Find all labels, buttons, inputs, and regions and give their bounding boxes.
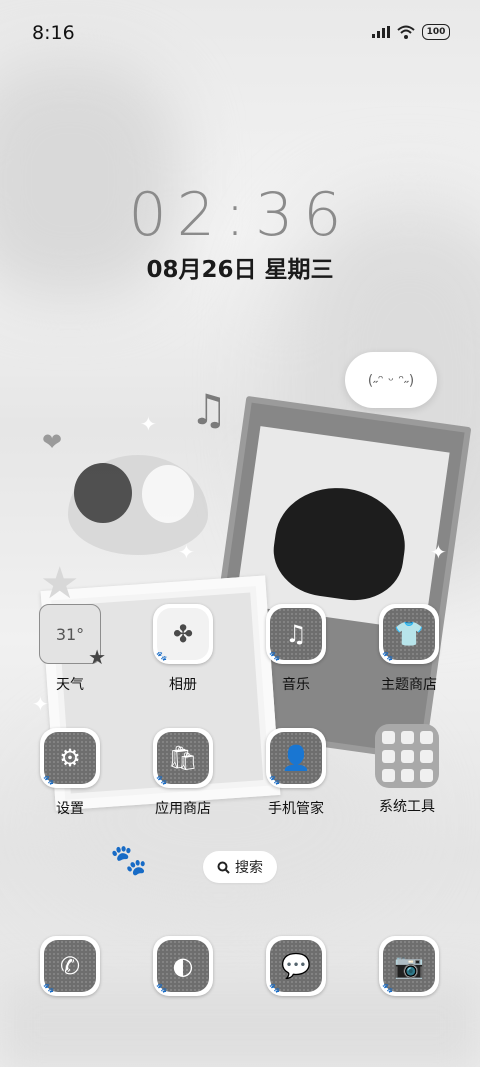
search-button[interactable]: 搜索 xyxy=(203,851,277,883)
status-time: 8:16 xyxy=(32,22,75,44)
sparkle-icon: ✦ xyxy=(178,540,195,564)
app-gallery[interactable]: ✤ 🐾 相册 xyxy=(133,604,233,694)
status-bar: 8:16 100 xyxy=(0,0,480,66)
clock-widget[interactable]: 02:36 xyxy=(0,180,480,250)
weather-widget[interactable]: 31° ★ xyxy=(39,604,106,669)
app-label: 应用商店 xyxy=(155,801,211,817)
star-decoration-icon: ★ xyxy=(40,558,80,609)
app-label: 设置 xyxy=(56,801,84,817)
app-system-tools-folder[interactable]: 系统工具 xyxy=(357,724,457,816)
battery-indicator: 100 xyxy=(422,24,450,40)
star-icon: ★ xyxy=(88,645,106,669)
folder-grid-icon xyxy=(375,724,439,788)
black-cat-image xyxy=(267,479,412,607)
sparkle-icon: ✦ xyxy=(140,412,157,436)
app-label: 天气 xyxy=(56,677,84,693)
app-label: 手机管家 xyxy=(268,801,324,817)
signal-icon xyxy=(372,26,390,38)
date-label: 08月26日 星期三 xyxy=(146,257,334,283)
app-phone-manager[interactable]: 👤 🐾 手机管家 xyxy=(246,728,346,818)
app-label: 系统工具 xyxy=(379,799,435,815)
music-note-decoration-icon: ♫ xyxy=(190,385,228,434)
search-icon xyxy=(217,861,230,874)
search-label: 搜索 xyxy=(235,860,263,876)
wifi-icon xyxy=(397,25,415,39)
app-label: 主题商店 xyxy=(381,677,437,693)
cloud-sticker: (˶ᵔ ᵕ ᵔ˶) xyxy=(345,352,437,408)
app-settings[interactable]: ⚙ 🐾 设置 xyxy=(20,728,120,818)
app-music[interactable]: ♫ 🐾 音乐 xyxy=(246,604,346,694)
sparkle-icon: ✦ xyxy=(32,692,49,716)
sparkle-icon: ✦ xyxy=(430,540,447,564)
app-theme-store[interactable]: 👕 🐾 主题商店 xyxy=(359,604,459,694)
dock-phone[interactable]: ✆ 🐾 xyxy=(20,936,120,996)
cloud-face: (˶ᵔ ᵕ ᵔ˶) xyxy=(367,372,415,389)
dock-messages[interactable]: 💬 🐾 xyxy=(246,936,346,996)
app-app-store[interactable]: 🛍 🐾 应用商店 xyxy=(133,728,233,818)
app-weather[interactable]: 31° ★ 天气 xyxy=(20,604,120,694)
dock-browser[interactable]: ◐ 🐾 xyxy=(133,936,233,996)
dock-camera[interactable]: 📷 🐾 xyxy=(359,936,459,996)
paw-print-decoration-icon: 🐾 xyxy=(110,843,148,878)
app-label: 音乐 xyxy=(282,677,310,693)
app-label: 相册 xyxy=(169,677,197,693)
heart-decoration-icon: ❤ xyxy=(42,428,63,456)
weather-temperature: 31° xyxy=(55,624,85,644)
